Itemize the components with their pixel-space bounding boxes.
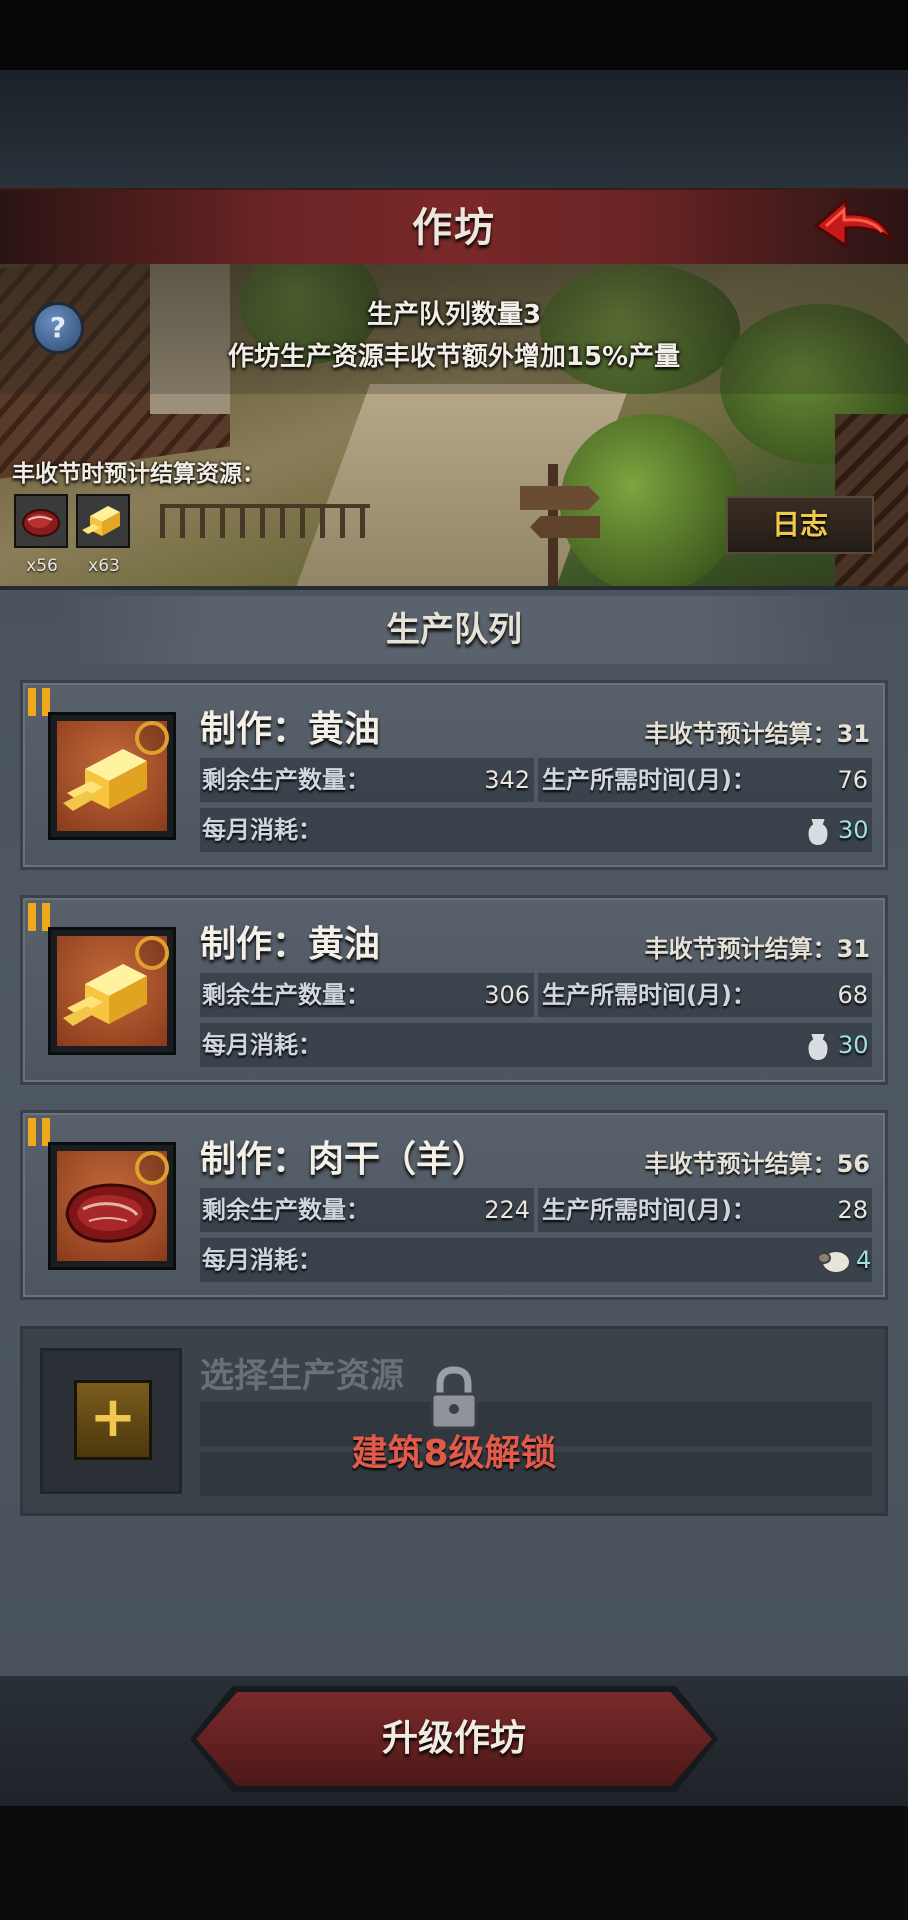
remaining-value: 306 bbox=[484, 981, 530, 1009]
auto-repeat-icon bbox=[135, 721, 169, 755]
harvest-settle: 丰收节预计结算：31 bbox=[644, 935, 870, 963]
add-resource-button[interactable]: + bbox=[74, 1380, 152, 1460]
craft-name: 制作：肉干（羊） bbox=[200, 1139, 489, 1180]
auto-repeat-icon bbox=[135, 936, 169, 970]
consume-label: 每月消耗： bbox=[202, 1031, 322, 1059]
harvest-settle: 丰收节预计结算：31 bbox=[644, 720, 870, 748]
consume-row: 每月消耗： 30 bbox=[200, 1023, 872, 1067]
status-bar-area bbox=[0, 0, 908, 70]
resource-count: x56 bbox=[26, 556, 58, 576]
product-slot[interactable] bbox=[48, 1142, 176, 1270]
time-label: 生产所需时间(月)： bbox=[542, 766, 756, 794]
bottom-area bbox=[0, 1806, 908, 1920]
fence-scenery bbox=[160, 504, 370, 538]
auto-repeat-icon bbox=[135, 1151, 169, 1185]
remaining-value: 224 bbox=[484, 1196, 530, 1224]
resource-slot-butter[interactable] bbox=[76, 494, 130, 548]
craft-name: 制作：黄油 bbox=[200, 709, 381, 750]
back-button[interactable] bbox=[812, 196, 896, 258]
consume-label: 每月消耗： bbox=[202, 1246, 322, 1274]
log-button[interactable]: 日志 bbox=[726, 496, 874, 554]
time-row: 生产所需时间(月)： 68 bbox=[538, 973, 872, 1017]
butter-icon bbox=[82, 506, 120, 536]
remaining-value: 342 bbox=[484, 766, 530, 794]
upgrade-workshop-button[interactable]: 升级作坊 bbox=[196, 1692, 712, 1786]
unlock-requirement: 建筑8级解锁 bbox=[351, 1433, 557, 1474]
select-resource-title: 选择生产资源 bbox=[200, 1356, 404, 1396]
page-title: 作坊 bbox=[412, 205, 496, 251]
product-slot[interactable] bbox=[48, 712, 176, 840]
workshop-banner: ? 生产队列数量3 作坊生产资源丰收节额外增加15%产量 丰收节时预计结算资源：… bbox=[0, 264, 908, 586]
time-row: 生产所需时间(月)： 76 bbox=[538, 758, 872, 802]
consume-value: 4 bbox=[856, 1246, 872, 1274]
time-value: 76 bbox=[837, 766, 868, 794]
time-row: 生产所需时间(月)： 28 bbox=[538, 1188, 872, 1232]
resource-slot-meat[interactable] bbox=[14, 494, 68, 548]
time-label: 生产所需时间(月)： bbox=[542, 981, 756, 1009]
queue-header: 生产队列 bbox=[60, 596, 848, 664]
remaining-label: 剩余生产数量： bbox=[202, 766, 370, 794]
queue-count-text: 生产队列数量3 bbox=[366, 300, 542, 330]
meat-icon bbox=[22, 509, 60, 537]
signpost-board bbox=[530, 516, 600, 538]
remaining-label: 剩余生产数量： bbox=[202, 1196, 370, 1224]
signpost-board bbox=[520, 486, 600, 510]
back-arrow-icon bbox=[813, 196, 896, 249]
consume-label: 每月消耗： bbox=[202, 816, 322, 844]
sheep-icon bbox=[817, 1250, 851, 1277]
craft-name: 制作：黄油 bbox=[200, 924, 381, 965]
consume-value: 30 bbox=[838, 816, 869, 844]
time-label: 生产所需时间(月)： bbox=[542, 1196, 756, 1224]
bonus-text: 作坊生产资源丰收节额外增加15%产量 bbox=[227, 342, 681, 372]
consume-row: 每月消耗： 4 bbox=[200, 1238, 872, 1282]
remaining-row: 剩余生产数量： 224 bbox=[200, 1188, 534, 1232]
harvest-label: 丰收节时预计结算资源： bbox=[12, 461, 265, 487]
time-value: 28 bbox=[837, 1196, 868, 1224]
time-value: 68 bbox=[837, 981, 868, 1009]
title-bar: 作坊 bbox=[0, 188, 908, 269]
remaining-label: 剩余生产数量： bbox=[202, 981, 370, 1009]
top-backdrop bbox=[0, 70, 908, 190]
milk-jug-icon bbox=[806, 1032, 832, 1063]
remaining-row: 剩余生产数量： 342 bbox=[200, 758, 534, 802]
remaining-row: 剩余生产数量： 306 bbox=[200, 973, 534, 1017]
product-slot[interactable] bbox=[48, 927, 176, 1055]
resource-count: x63 bbox=[88, 556, 120, 576]
consume-value: 30 bbox=[838, 1031, 869, 1059]
consume-row: 每月消耗： 30 bbox=[200, 808, 872, 852]
harvest-settle: 丰收节预计结算：56 bbox=[644, 1150, 870, 1178]
milk-jug-icon bbox=[806, 817, 832, 848]
